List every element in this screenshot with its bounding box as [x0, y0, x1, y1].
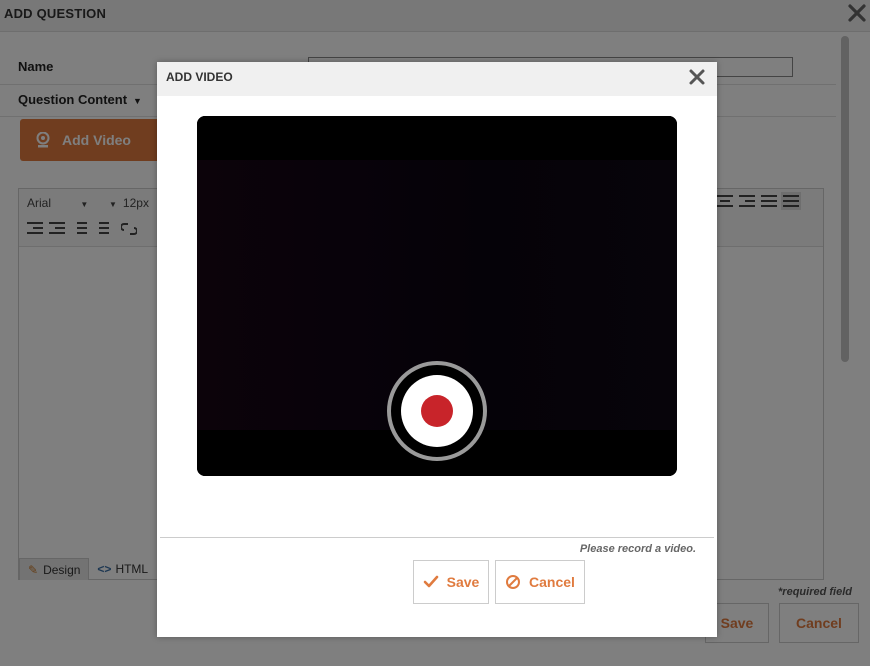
cancel-label: Cancel	[529, 574, 575, 590]
save-button[interactable]: Save	[413, 560, 489, 604]
cancel-icon	[505, 574, 521, 590]
record-icon	[401, 375, 473, 447]
video-top-bar	[197, 116, 677, 160]
cancel-button[interactable]: Cancel	[495, 560, 585, 604]
record-hint: Please record a video.	[579, 543, 696, 555]
modal-title: ADD VIDEO	[166, 70, 233, 84]
add-video-modal: ADD VIDEO Please record a video. Save Ca…	[157, 62, 717, 637]
record-button[interactable]	[387, 361, 487, 461]
close-icon[interactable]	[687, 67, 707, 87]
record-dot	[421, 395, 453, 427]
modal-divider	[160, 537, 714, 538]
checkmark-icon	[423, 575, 439, 589]
video-preview	[197, 116, 677, 476]
modal-header: ADD VIDEO	[157, 62, 717, 96]
save-label: Save	[446, 574, 480, 590]
